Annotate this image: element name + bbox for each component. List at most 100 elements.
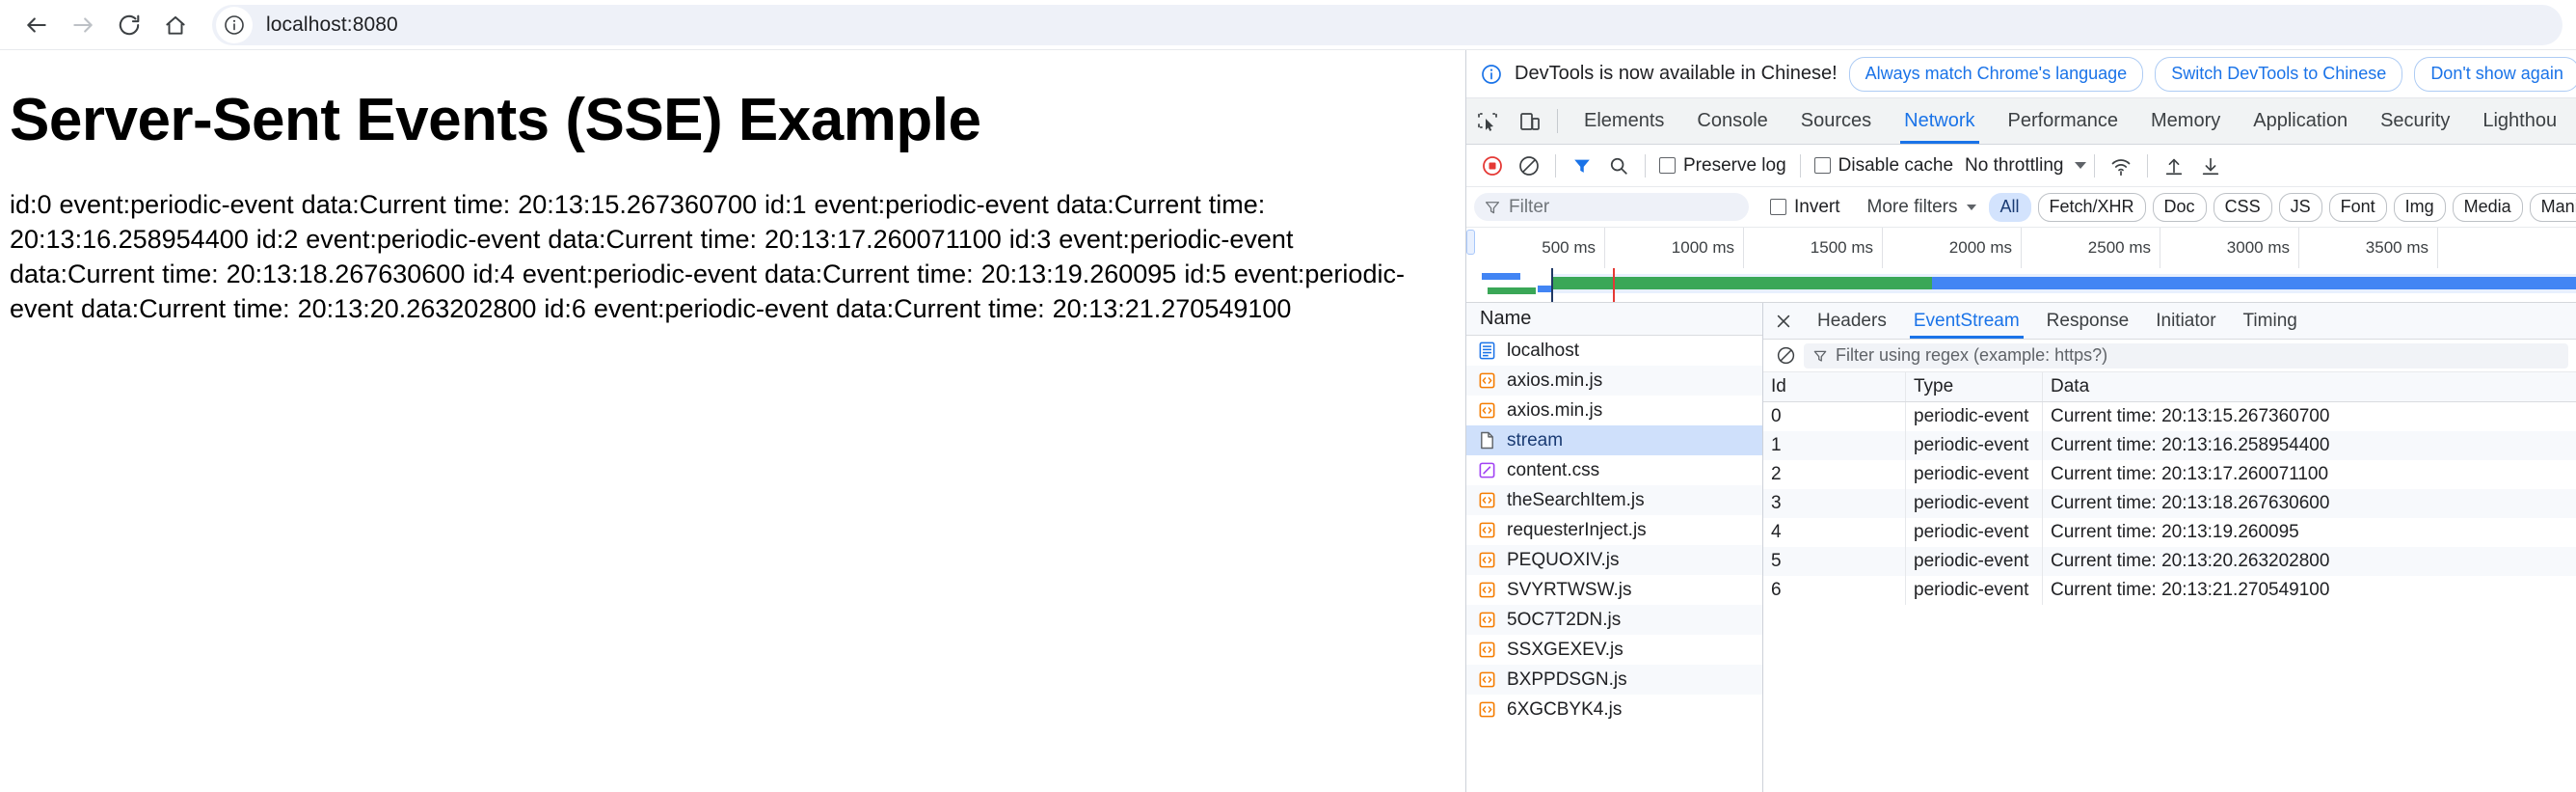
detail-tab-timing[interactable]: Timing bbox=[2230, 303, 2311, 339]
script-icon bbox=[1476, 520, 1497, 541]
timeline-tick: 2500 ms bbox=[2022, 228, 2160, 268]
timeline-bar-blue bbox=[1932, 277, 2576, 289]
clear-no-entry-icon[interactable] bbox=[1511, 148, 1547, 184]
column-header-id[interactable]: Id bbox=[1763, 372, 1906, 401]
disable-cache-checkbox[interactable]: Disable cache bbox=[1814, 155, 1953, 177]
site-info-button[interactable] bbox=[216, 7, 253, 43]
request-row-axios-min-js-1[interactable]: axios.min.js bbox=[1466, 366, 1762, 396]
address-bar[interactable]: localhost:8080 bbox=[212, 5, 2563, 45]
more-filters-dropdown[interactable]: More filters bbox=[1867, 197, 1976, 218]
tab-console[interactable]: Console bbox=[1680, 98, 1784, 144]
eventstream-row[interactable]: 0 periodic-event Current time: 20:13:15.… bbox=[1763, 402, 2576, 431]
request-row-localhost[interactable]: localhost bbox=[1466, 336, 1762, 366]
export-har-icon[interactable] bbox=[2192, 148, 2229, 184]
column-header-data[interactable]: Data bbox=[2043, 372, 2576, 401]
event-data: Current time: 20:13:18.267630600 bbox=[2043, 489, 2576, 518]
reload-icon bbox=[117, 13, 142, 38]
event-type: periodic-event bbox=[1906, 460, 2043, 489]
script-icon bbox=[1476, 699, 1497, 721]
type-chip-manifest[interactable]: Manifest bbox=[2530, 193, 2576, 222]
request-row-pequoxiv-js[interactable]: PEQUOXIV.js bbox=[1466, 545, 1762, 575]
request-row-requesterinject-js[interactable]: requesterInject.js bbox=[1466, 515, 1762, 545]
type-chip-all[interactable]: All bbox=[1989, 193, 2031, 222]
reload-button[interactable] bbox=[106, 2, 152, 48]
request-name: BXPPDSGN.js bbox=[1507, 669, 1627, 691]
device-toolbar-icon[interactable] bbox=[1509, 98, 1551, 144]
throttling-select[interactable]: No throttling bbox=[1965, 155, 2086, 177]
network-overview-timeline[interactable]: 500 ms 1000 ms 1500 ms 2000 ms 2500 ms 3… bbox=[1466, 228, 2576, 303]
eventstream-row[interactable]: 1 periodic-event Current time: 20:13:16.… bbox=[1763, 431, 2576, 460]
type-chip-media[interactable]: Media bbox=[2453, 193, 2523, 222]
eventstream-filter-row: Filter using regex (example: https?) bbox=[1763, 340, 2576, 372]
event-type: periodic-event bbox=[1906, 402, 2043, 431]
toolbar-divider bbox=[2094, 154, 2095, 178]
dont-show-again-button[interactable]: Don't show again bbox=[2414, 57, 2576, 92]
request-row-thesearchitem-js[interactable]: theSearchItem.js bbox=[1466, 485, 1762, 515]
network-conditions-icon[interactable] bbox=[2103, 148, 2139, 184]
detail-tab-initiator[interactable]: Initiator bbox=[2142, 303, 2229, 339]
network-toolbar: Preserve log Disable cache No throttling bbox=[1466, 145, 2576, 187]
tab-security[interactable]: Security bbox=[2364, 98, 2466, 144]
type-chip-img[interactable]: Img bbox=[2394, 193, 2446, 222]
record-stop-icon[interactable] bbox=[1474, 148, 1511, 184]
network-filter-input[interactable]: Filter bbox=[1474, 193, 1749, 221]
detail-tab-response[interactable]: Response bbox=[2033, 303, 2143, 339]
eventstream-row[interactable]: 2 periodic-event Current time: 20:13:17.… bbox=[1763, 460, 2576, 489]
always-match-language-button[interactable]: Always match Chrome's language bbox=[1849, 57, 2144, 92]
clear-no-entry-icon[interactable] bbox=[1771, 345, 1800, 366]
type-chip-js[interactable]: JS bbox=[2279, 193, 2322, 222]
chevron-down-icon bbox=[2075, 162, 2086, 169]
back-button[interactable] bbox=[13, 2, 60, 48]
type-chip-font[interactable]: Font bbox=[2329, 193, 2387, 222]
funnel-icon[interactable] bbox=[1564, 148, 1600, 184]
toolbar-divider bbox=[1555, 154, 1556, 178]
detail-tab-eventstream[interactable]: EventStream bbox=[1900, 303, 2033, 339]
tab-label: Performance bbox=[2008, 110, 2119, 132]
type-chip-doc[interactable]: Doc bbox=[2153, 193, 2207, 222]
request-name: SVYRTWSW.js bbox=[1507, 580, 1632, 601]
requests-list[interactable]: localhost axios.min.js bbox=[1466, 336, 1762, 792]
tab-label: Memory bbox=[2151, 110, 2220, 132]
timeline-ruler: 500 ms 1000 ms 1500 ms 2000 ms 2500 ms 3… bbox=[1466, 228, 2576, 268]
filter-placeholder: Filter bbox=[1509, 197, 1549, 218]
timeline-tick: 3500 ms bbox=[2299, 228, 2438, 268]
invert-checkbox[interactable]: Invert bbox=[1770, 197, 1840, 218]
tab-application[interactable]: Application bbox=[2237, 98, 2364, 144]
type-chip-css[interactable]: CSS bbox=[2214, 193, 2272, 222]
request-row-axios-min-js-2[interactable]: axios.min.js bbox=[1466, 396, 1762, 425]
detail-tab-headers[interactable]: Headers bbox=[1804, 303, 1900, 339]
tab-elements[interactable]: Elements bbox=[1568, 98, 1680, 144]
detail-tab-label: Timing bbox=[2243, 311, 2297, 332]
eventstream-filter-input[interactable]: Filter using regex (example: https?) bbox=[1804, 343, 2568, 369]
request-row-svyrtwsw-js[interactable]: SVYRTWSW.js bbox=[1466, 575, 1762, 605]
requests-column-header[interactable]: Name bbox=[1466, 303, 1762, 336]
tab-sources[interactable]: Sources bbox=[1784, 98, 1888, 144]
request-row-stream[interactable]: stream bbox=[1466, 425, 1762, 455]
forward-button[interactable] bbox=[60, 2, 106, 48]
close-icon[interactable] bbox=[1763, 303, 1804, 339]
tab-lighthouse[interactable]: Lighthou bbox=[2466, 98, 2573, 144]
request-row-5oc7t2dn-js[interactable]: 5OC7T2DN.js bbox=[1466, 605, 1762, 635]
eventstream-row[interactable]: 6 periodic-event Current time: 20:13:21.… bbox=[1763, 576, 2576, 605]
eventstream-row[interactable]: 4 periodic-event Current time: 20:13:19.… bbox=[1763, 518, 2576, 547]
request-row-ssxgexev-js[interactable]: SSXGEXEV.js bbox=[1466, 635, 1762, 665]
request-row-content-css[interactable]: content.css bbox=[1466, 455, 1762, 485]
switch-to-chinese-button[interactable]: Switch DevTools to Chinese bbox=[2155, 57, 2402, 92]
import-har-icon[interactable] bbox=[2156, 148, 2192, 184]
tab-performance[interactable]: Performance bbox=[1992, 98, 2135, 144]
request-name: theSearchItem.js bbox=[1507, 490, 1645, 511]
type-chip-fetch-xhr[interactable]: Fetch/XHR bbox=[2038, 193, 2146, 222]
eventstream-row[interactable]: 3 periodic-event Current time: 20:13:18.… bbox=[1763, 489, 2576, 518]
eventstream-row[interactable]: 5 periodic-event Current time: 20:13:20.… bbox=[1763, 547, 2576, 576]
column-header-type[interactable]: Type bbox=[1906, 372, 2043, 401]
tab-memory[interactable]: Memory bbox=[2134, 98, 2237, 144]
script-icon bbox=[1476, 370, 1497, 392]
request-row-bxppdsgn-js[interactable]: BXPPDSGN.js bbox=[1466, 665, 1762, 695]
preserve-log-checkbox[interactable]: Preserve log bbox=[1659, 155, 1786, 177]
timeline-selection-handle[interactable] bbox=[1466, 230, 1475, 255]
inspect-element-icon[interactable] bbox=[1466, 98, 1509, 144]
home-button[interactable] bbox=[152, 2, 199, 48]
request-row-6xgcbyk4-js[interactable]: 6XGCBYK4.js bbox=[1466, 695, 1762, 724]
tab-network[interactable]: Network bbox=[1888, 98, 1991, 144]
search-icon[interactable] bbox=[1600, 148, 1637, 184]
